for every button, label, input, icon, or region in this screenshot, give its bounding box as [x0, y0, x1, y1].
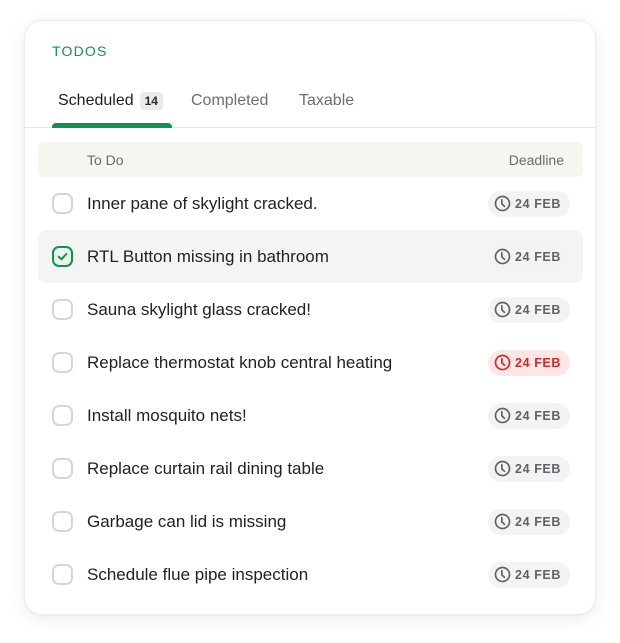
deadline-pill: 24 FEB [488, 455, 570, 482]
tab-label: Taxable [299, 92, 355, 109]
todo-label: Sauna skylight glass cracked! [87, 299, 311, 319]
tab-taxable[interactable]: Taxable [299, 89, 354, 113]
card-title: TODOS [52, 43, 108, 59]
deadline-pill: 24 FEB [488, 508, 570, 535]
todo-checkbox[interactable] [52, 193, 73, 214]
todo-checkbox[interactable] [52, 511, 73, 532]
clock-icon [494, 354, 511, 371]
todo-label: RTL Button missing in bathroom [87, 246, 329, 266]
todo-label: Garbage can lid is missing [87, 511, 287, 531]
tab-label: Scheduled [58, 92, 134, 109]
todo-row[interactable]: Garbage can lid is missing 24 FEB [38, 495, 583, 548]
todo-label: Inner pane of skylight cracked. [87, 193, 318, 213]
todo-row[interactable]: Replace curtain rail dining table 24 FEB [38, 442, 583, 495]
deadline-date: 24 FEB [515, 249, 561, 264]
deadline-date: 24 FEB [515, 302, 561, 317]
todo-row[interactable]: Install mosquito nets! 24 FEB [38, 389, 583, 442]
clock-icon [494, 195, 511, 212]
tab-bar: Scheduled 14 Completed Taxable [25, 81, 595, 128]
todo-list: Inner pane of skylight cracked. 24 FEB R… [38, 177, 583, 601]
todos-card: TODOS Scheduled 14 Completed Taxable To … [24, 20, 596, 615]
clock-icon [494, 566, 511, 583]
todo-label: Install mosquito nets! [87, 405, 247, 425]
deadline-date: 24 FEB [515, 461, 561, 476]
check-icon [57, 252, 68, 261]
todo-label: Schedule flue pipe inspection [87, 564, 309, 584]
clock-icon [494, 248, 511, 265]
active-tab-indicator [52, 123, 172, 128]
clock-icon [494, 407, 511, 424]
todo-row[interactable]: RTL Button missing in bathroom 24 FEB [38, 230, 583, 283]
todo-checkbox[interactable] [52, 405, 73, 426]
deadline-date: 24 FEB [515, 355, 561, 370]
deadline-date: 24 FEB [515, 567, 561, 582]
tab-scheduled[interactable]: Scheduled 14 [58, 89, 163, 113]
tab-label: Completed [191, 92, 269, 109]
clock-icon [494, 460, 511, 477]
column-header-todo: To Do [87, 152, 124, 168]
deadline-date: 24 FEB [515, 514, 561, 529]
deadline-pill: 24 FEB [488, 190, 570, 217]
todo-checkbox[interactable] [52, 458, 73, 479]
todo-row[interactable]: Replace thermostat knob central heating … [38, 336, 583, 389]
deadline-pill: 24 FEB [488, 296, 570, 323]
deadline-pill: 24 FEB [488, 402, 570, 429]
todo-row[interactable]: Sauna skylight glass cracked! 24 FEB [38, 283, 583, 336]
todo-checkbox[interactable] [52, 352, 73, 373]
todo-checkbox[interactable] [52, 246, 73, 267]
deadline-date: 24 FEB [515, 408, 561, 423]
table-header: To Do Deadline [38, 142, 583, 177]
column-header-deadline: Deadline [508, 152, 564, 168]
todo-label: Replace curtain rail dining table [87, 458, 325, 478]
count-badge: 14 [139, 92, 163, 110]
todo-row[interactable]: Schedule flue pipe inspection 24 FEB [38, 548, 583, 601]
deadline-date: 24 FEB [515, 196, 561, 211]
todo-row[interactable]: Inner pane of skylight cracked. 24 FEB [38, 177, 583, 230]
todo-checkbox[interactable] [52, 299, 73, 320]
todo-checkbox[interactable] [52, 564, 73, 585]
deadline-pill-overdue: 24 FEB [488, 349, 570, 376]
deadline-pill: 24 FEB [488, 561, 570, 588]
deadline-pill: 24 FEB [488, 243, 570, 270]
clock-icon [494, 513, 511, 530]
clock-icon [494, 301, 511, 318]
todo-label: Replace thermostat knob central heating [87, 352, 393, 372]
tab-completed[interactable]: Completed [191, 89, 268, 113]
